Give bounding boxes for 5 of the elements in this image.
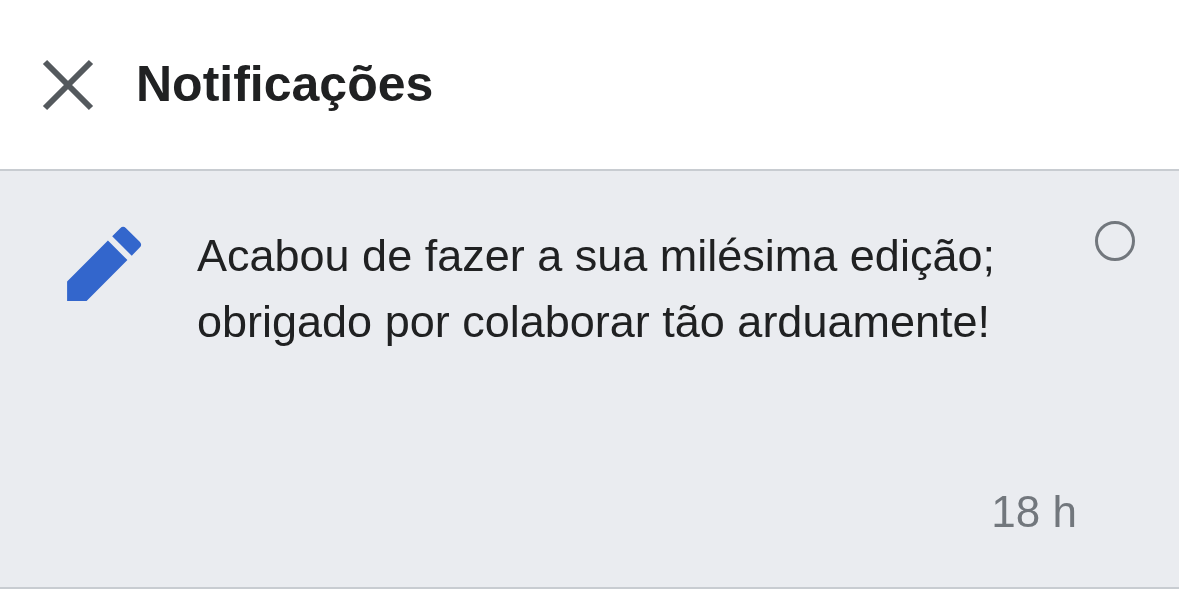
close-icon <box>41 57 95 112</box>
notification-text: Acabou de fazer a sua milésima edição; obrigado por colaborar tão arduamente! <box>197 229 996 349</box>
notification-item[interactable]: Acabou de fazer a sua milésima edição; obrigado por colaborar tão arduamente! 18 h <box>0 171 1179 589</box>
panel-title: Notificações <box>136 55 434 114</box>
notification-time: 18 h <box>991 486 1077 538</box>
